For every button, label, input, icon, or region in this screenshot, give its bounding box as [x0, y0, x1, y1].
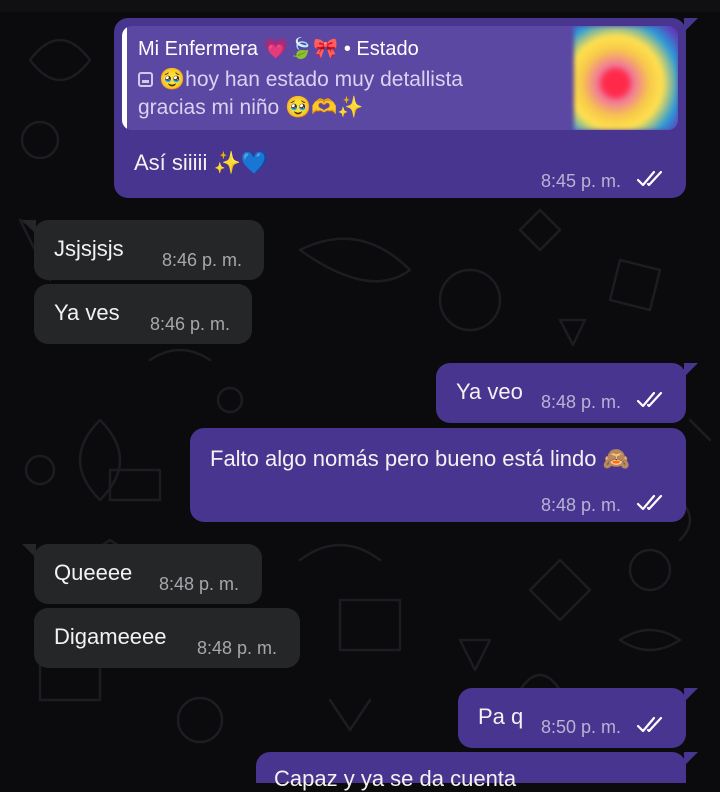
message-bubble-incoming[interactable]: Digameeee 8:48 p. m.: [34, 608, 300, 668]
status-strip: [0, 0, 720, 12]
message-time: 8:50 p. m.: [541, 717, 622, 737]
message-text: Ya veo: [456, 379, 523, 404]
message-text: Pa q: [478, 704, 524, 729]
quote-text: 🥹hoy han estado muy detallista gracias m…: [138, 66, 528, 122]
double-check-icon: [636, 716, 663, 733]
image-icon: [138, 72, 153, 87]
message-bubble-outgoing[interactable]: Mi Enfermera 💗🍃🎀 • Estado 🥹hoy han estad…: [114, 18, 698, 198]
message-bubble-incoming[interactable]: Jsjsjsjs 8:46 p. m.: [22, 220, 264, 280]
message-time: 8:46 p. m.: [150, 314, 231, 334]
message-text: Así siiiii ✨💙: [134, 150, 269, 175]
bubble-tail: [684, 752, 698, 766]
message-bubble-outgoing[interactable]: Capaz y ya se da cuenta: [256, 752, 698, 791]
message-bubble-outgoing[interactable]: Falto algo nomás pero bueno está lindo 🙈…: [190, 428, 686, 522]
double-check-icon: [636, 170, 663, 187]
bubble-tail: [22, 220, 36, 234]
quote-line-1: 🥹hoy han estado muy detallista: [159, 68, 463, 91]
message-bubble-outgoing[interactable]: Pa q 8:50 p. m.: [458, 688, 698, 748]
quote-header: Mi Enfermera 💗🍃🎀 • Estado: [138, 36, 419, 61]
bubble-tail: [684, 18, 698, 32]
quote-author: Mi Enfermera 💗🍃🎀: [138, 38, 339, 60]
message-text: Falto algo nomás pero bueno está lindo 🙈: [210, 446, 630, 471]
message-text: Jsjsjsjs: [54, 236, 124, 261]
quote-line-2: gracias mi niño 🥹🫶✨: [138, 96, 364, 119]
bubble-tail: [22, 544, 36, 558]
message-time: 8:48 p. m.: [197, 638, 278, 658]
double-check-icon: [636, 391, 663, 408]
bubble-tail: [684, 688, 698, 702]
message-text: Digameeee: [54, 624, 167, 649]
message-time: 8:48 p. m.: [541, 495, 622, 515]
quote-accent-bar: [122, 26, 127, 130]
quote-separator: •: [338, 38, 357, 60]
double-check-icon: [636, 494, 663, 511]
message-text: Capaz y ya se da cuenta: [274, 766, 517, 791]
bubble-tail: [684, 363, 698, 377]
message-time: 8:48 p. m.: [159, 574, 240, 594]
message-time: 8:46 p. m.: [162, 250, 243, 270]
reply-quote[interactable]: Mi Enfermera 💗🍃🎀 • Estado 🥹hoy han estad…: [122, 26, 678, 130]
message-bubble-incoming[interactable]: Queeee 8:48 p. m.: [22, 544, 262, 604]
status-thumbnail: [574, 26, 678, 130]
quote-source: Estado: [356, 38, 419, 60]
message-bubble-incoming[interactable]: Ya ves 8:46 p. m.: [34, 284, 252, 344]
message-time: 8:48 p. m.: [541, 392, 622, 412]
message-text: Ya ves: [54, 300, 120, 325]
message-bubble-outgoing[interactable]: Ya veo 8:48 p. m.: [436, 363, 698, 423]
message-text: Queeee: [54, 560, 133, 585]
message-time: 8:45 p. m.: [541, 171, 622, 191]
